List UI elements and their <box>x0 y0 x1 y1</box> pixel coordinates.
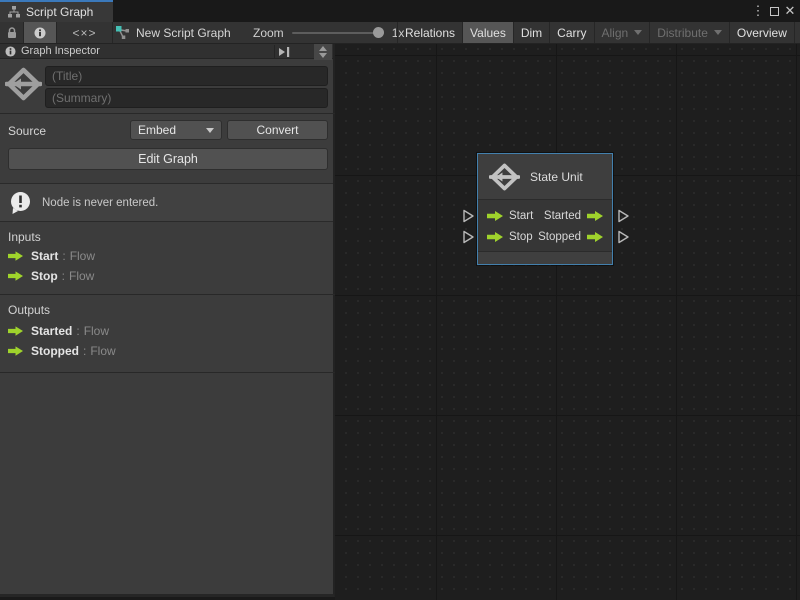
overview-button[interactable]: Overview <box>729 22 794 43</box>
title-field[interactable] <box>45 66 328 86</box>
external-input-port[interactable] <box>462 230 475 244</box>
distribute-button[interactable]: Distribute <box>649 22 729 43</box>
window-controls: ⋮ ✕ <box>750 0 798 22</box>
node-header: State Unit <box>478 154 612 200</box>
window-menu-icon[interactable]: ⋮ <box>750 3 766 19</box>
tab-script-graph[interactable]: Script Graph <box>0 0 113 22</box>
zoom-slider-handle[interactable] <box>373 27 384 38</box>
flow-arrow-icon[interactable] <box>487 232 503 242</box>
zoom-label: Zoom <box>253 26 284 40</box>
node-port-row: Stop Stopped <box>487 226 603 247</box>
warning-box: Node is never entered. <box>0 183 333 222</box>
flow-arrow-icon <box>8 326 23 336</box>
node-ports: Start Started Stop Stopped <box>478 200 612 251</box>
flow-arrow-icon[interactable] <box>587 211 603 221</box>
chevron-down-icon <box>714 30 722 35</box>
node-title: State Unit <box>530 170 583 184</box>
flow-arrow-icon <box>8 271 23 281</box>
input-port-row: Start : Flow <box>8 249 95 263</box>
external-output-port[interactable] <box>617 230 630 244</box>
script-graph-window: Script Graph ⋮ ✕ <×> <box>0 0 800 600</box>
graph-asset-icon <box>115 25 130 40</box>
code-view-button[interactable]: <×> <box>57 22 113 43</box>
scroll-up-icon[interactable] <box>319 46 327 51</box>
info-icon <box>34 27 46 39</box>
output-port-row: Started : Flow <box>8 324 109 338</box>
inspector-header: Graph Inspector <box>0 44 333 59</box>
lock-icon <box>7 27 17 39</box>
divider <box>0 113 335 114</box>
close-icon[interactable]: ✕ <box>782 3 798 19</box>
fullscreen-button[interactable]: Full Scr <box>794 22 800 43</box>
source-label: Source <box>8 124 46 138</box>
info-icon <box>5 46 16 57</box>
external-input-port[interactable] <box>462 209 475 223</box>
external-output-port[interactable] <box>617 209 630 223</box>
maximize-icon[interactable] <box>766 3 782 19</box>
divider <box>0 372 335 373</box>
state-unit-node[interactable]: State Unit Start Started Stop <box>477 153 613 265</box>
input-port-row: Stop : Flow <box>8 269 94 283</box>
divider <box>0 294 335 295</box>
flow-arrow-icon <box>8 251 23 261</box>
output-port-row: Stopped : Flow <box>8 344 116 358</box>
edit-graph-button[interactable]: Edit Graph <box>8 148 328 170</box>
inspector-title: Graph Inspector <box>21 45 100 57</box>
flow-arrow-icon <box>8 346 23 356</box>
toolbar: <×> New Script Graph Zoom 1x Relations V… <box>0 22 800 44</box>
chevron-down-icon <box>634 30 642 35</box>
dock-right-icon <box>278 47 291 57</box>
zoom-slider[interactable] <box>292 32 384 34</box>
summary-field[interactable] <box>45 88 328 108</box>
state-unit-icon <box>489 163 520 191</box>
flow-arrow-icon[interactable] <box>487 211 503 221</box>
graph-inspector-panel: Graph Inspector Source Embed <box>0 44 335 597</box>
warning-text: Node is never entered. <box>42 197 158 209</box>
flow-arrow-icon[interactable] <box>587 232 603 242</box>
outputs-header: Outputs <box>8 303 50 317</box>
dock-panel-button[interactable] <box>274 45 294 58</box>
code-view-icon: <×> <box>72 26 96 40</box>
node-port-row: Start Started <box>487 205 603 226</box>
graph-title: New Script Graph <box>136 26 231 40</box>
tab-label: Script Graph <box>26 5 93 19</box>
warning-icon <box>9 191 32 215</box>
chevron-down-icon <box>206 128 214 133</box>
lock-button[interactable] <box>0 22 24 43</box>
source-dropdown[interactable]: Embed <box>130 120 222 140</box>
node-footer <box>478 251 612 264</box>
scroll-down-icon[interactable] <box>319 53 327 58</box>
graph-canvas[interactable]: State Unit Start Started Stop <box>335 44 800 600</box>
state-unit-icon <box>5 67 42 101</box>
graph-title-group: New Script Graph <box>115 22 231 43</box>
inputs-header: Inputs <box>8 230 41 244</box>
script-graph-icon <box>8 6 20 18</box>
tab-bar: Script Graph ⋮ ✕ <box>0 0 800 22</box>
convert-button[interactable]: Convert <box>227 120 328 140</box>
align-button[interactable]: Align <box>594 22 650 43</box>
panel-scrollbar[interactable] <box>314 44 332 60</box>
inspector-toggle-button[interactable] <box>24 22 57 43</box>
toolbar-right-group: Relations Values Dim Carry Align Distrib… <box>397 22 800 43</box>
carry-button[interactable]: Carry <box>549 22 593 43</box>
values-button[interactable]: Values <box>462 22 513 43</box>
zoom-control: Zoom 1x <box>253 22 404 43</box>
relations-button[interactable]: Relations <box>397 22 462 43</box>
dim-button[interactable]: Dim <box>513 22 549 43</box>
